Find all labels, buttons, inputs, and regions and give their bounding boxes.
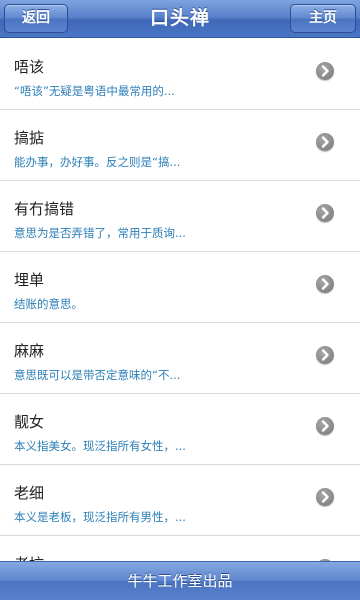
- back-button[interactable]: 返回: [4, 4, 68, 33]
- chevron-right-icon[interactable]: [316, 417, 334, 435]
- list-item-title: 有冇搞错: [14, 200, 75, 218]
- list-item-description: “唔该”无疑是粤语中最常用的...: [14, 84, 175, 98]
- list-item-title: 埋单: [14, 271, 45, 289]
- list-item[interactable]: 靓女 本义指美女。现泛指所有女性，...: [0, 394, 360, 465]
- chevron-right-icon[interactable]: [316, 488, 334, 506]
- chevron-right-icon[interactable]: [316, 62, 334, 80]
- list-item-title: 搞掂: [14, 129, 45, 147]
- chevron-right-icon[interactable]: [316, 346, 334, 364]
- list-item-description: 能办事，办好事。反之则是“搞...: [14, 155, 181, 169]
- list-item-description: 意思为是否弄错了，常用于质询...: [14, 226, 186, 240]
- list-item[interactable]: 麻麻 意思既可以是带否定意味的“不...: [0, 323, 360, 394]
- list-item-title: 老细: [14, 484, 45, 502]
- home-button[interactable]: 主页: [290, 4, 356, 33]
- list-item[interactable]: 有冇搞错 意思为是否弄错了，常用于质询...: [0, 181, 360, 252]
- chevron-right-icon[interactable]: [316, 275, 334, 293]
- list-item-description: 本义指美女。现泛指所有女性，...: [14, 439, 186, 453]
- page-title: 口头禅: [149, 7, 210, 29]
- list-item-title: 靓女: [14, 413, 45, 431]
- list-item-description: 结账的意思。: [14, 297, 83, 311]
- list-item-title: 老坑: [14, 553, 44, 561]
- app-screen: 返回 口头禅 主页 唔该 “唔该”无疑是粤语中最常用的... 搞掂 能办事，办好…: [0, 0, 360, 600]
- list-item-description: 本义是老板，现泛指所有男性，...: [14, 510, 186, 524]
- chevron-right-icon[interactable]: [316, 204, 334, 222]
- phrase-list: 唔该 “唔该”无疑是粤语中最常用的... 搞掂 能办事，办好事。反之则是“搞..…: [0, 39, 360, 561]
- list-item-title: 唔该: [14, 58, 45, 76]
- top-navigation-bar: 返回 口头禅 主页: [0, 0, 360, 38]
- chevron-right-icon[interactable]: [316, 133, 334, 151]
- list-item[interactable]: 唔该 “唔该”无疑是粤语中最常用的...: [0, 39, 360, 110]
- list-item-description: 意思既可以是带否定意味的“不...: [14, 368, 181, 382]
- list-item[interactable]: 老坑: [0, 536, 360, 561]
- footer-credit: 牛牛工作室出品: [0, 561, 360, 600]
- list-item-title: 麻麻: [14, 342, 45, 360]
- list-item[interactable]: 埋单 结账的意思。: [0, 252, 360, 323]
- list-item[interactable]: 搞掂 能办事，办好事。反之则是“搞...: [0, 110, 360, 181]
- list-item[interactable]: 老细 本义是老板，现泛指所有男性，...: [0, 465, 360, 536]
